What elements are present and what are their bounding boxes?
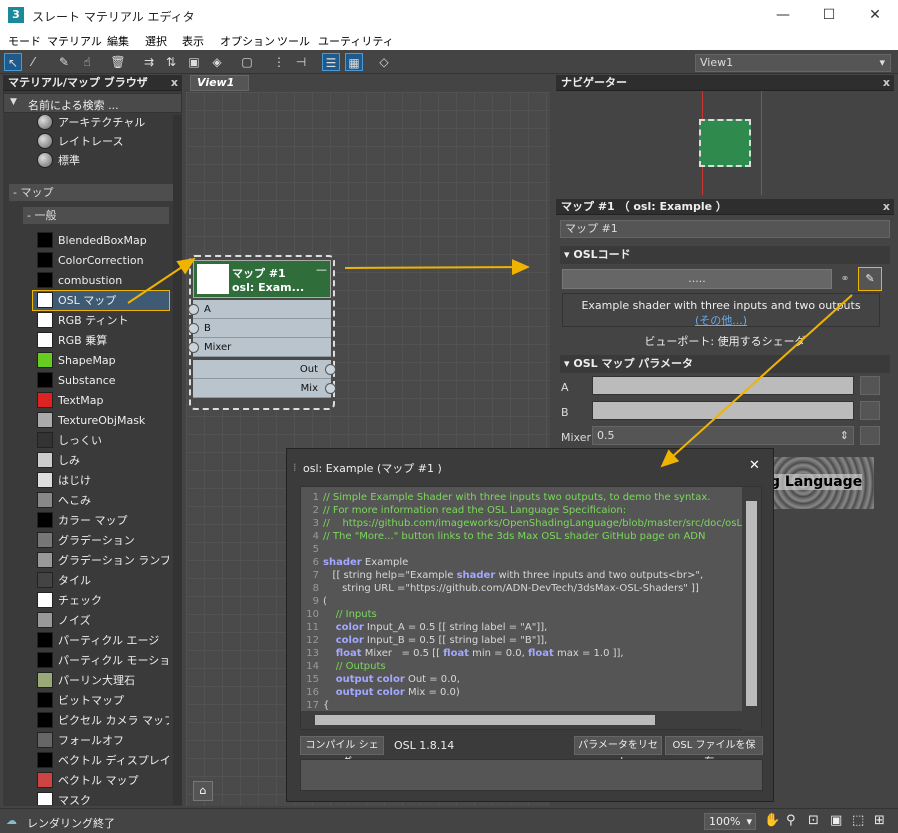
frame-all-icon[interactable]: ⊞ [874,813,885,828]
status-bar: ☁ レンダリング終了 100% ▾ ✋ ⚲ ⊡ ▣ ⬚ ⊞ [0,808,898,833]
zoom-region-icon[interactable]: ⊡ [808,813,819,828]
arrow-to-dialog [660,294,853,468]
arrow-to-props [344,259,530,276]
render-icon: ☁ [6,814,17,827]
zoom-extents-icon[interactable]: ▣ [830,813,842,828]
status-text: レンダリング終了 [27,817,115,830]
arrow-to-node [127,257,196,304]
zoom-value: 100% [709,815,741,828]
zoom-icon[interactable]: ⚲ [786,813,796,828]
pan-hand-icon[interactable]: ✋ [764,813,780,828]
zoom-selected-icon[interactable]: ⬚ [852,813,864,828]
zoom-select[interactable]: 100% ▾ [704,813,756,830]
chevron-down-icon: ▾ [746,815,752,828]
annotation-arrows [127,257,853,468]
